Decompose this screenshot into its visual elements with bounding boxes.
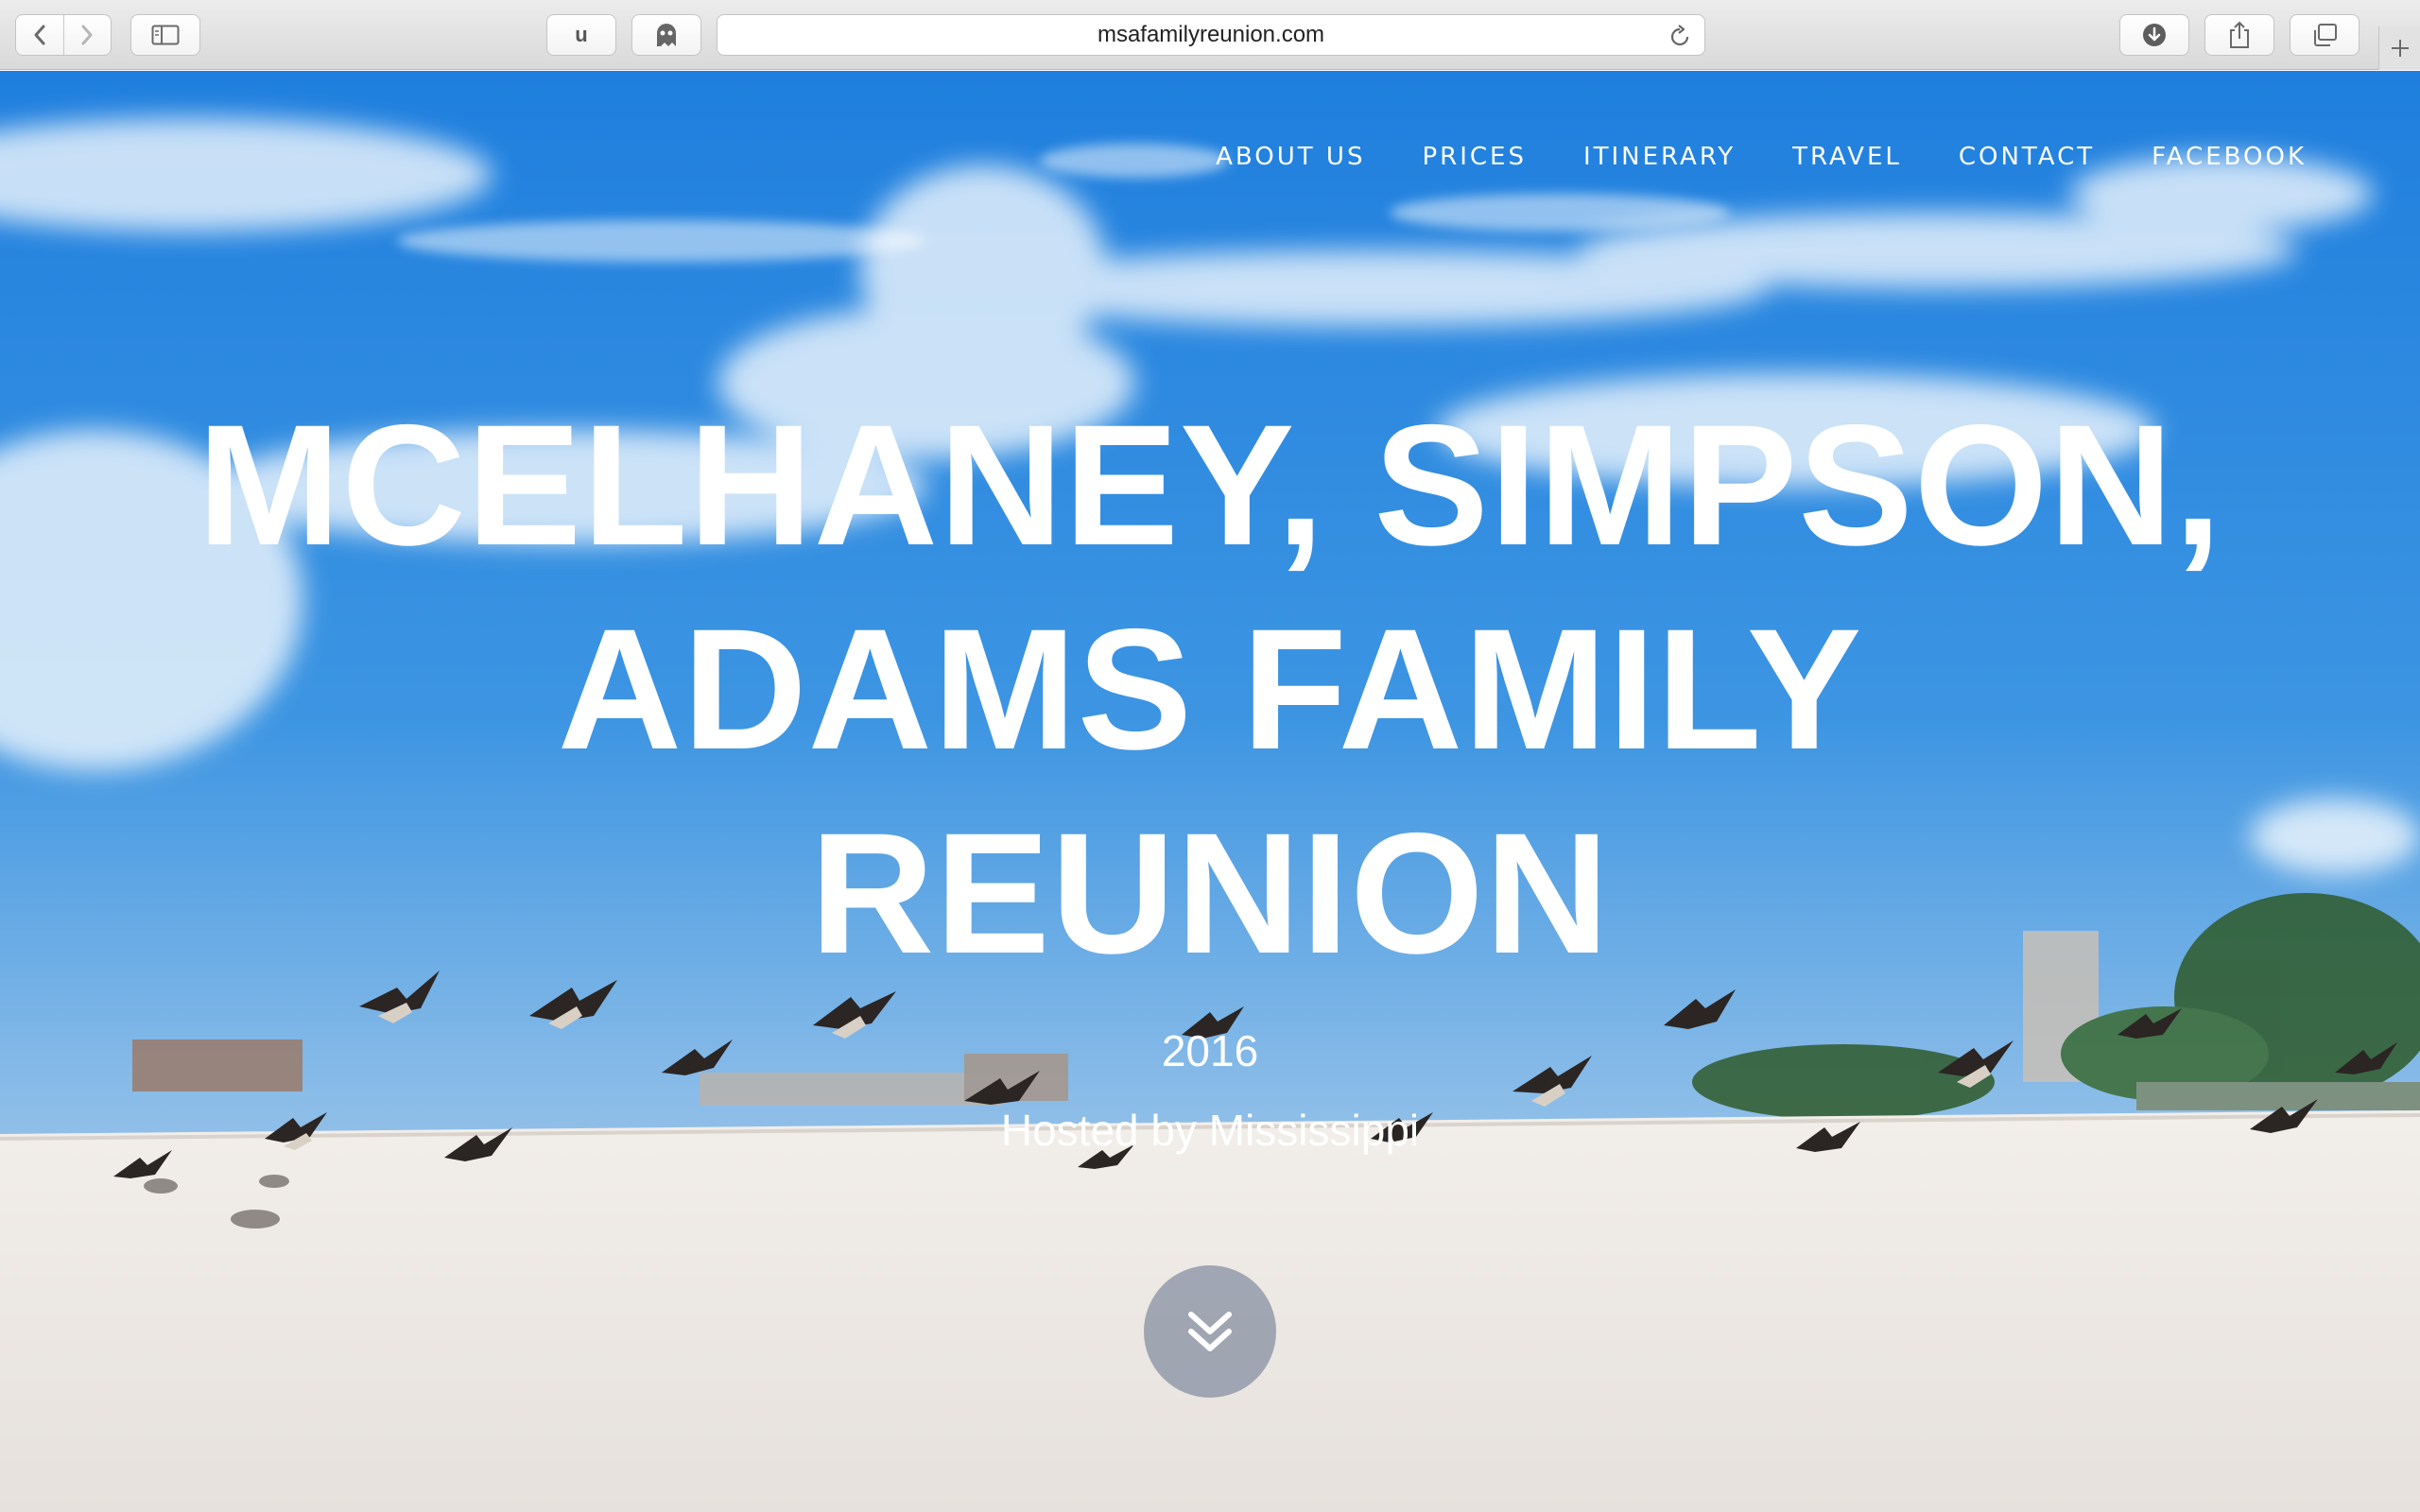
main-nav: ABOUT US PRICES ITINERARY TRAVEL CONTACT… (1216, 143, 2307, 171)
nav-travel[interactable]: TRAVEL (1792, 143, 1902, 171)
hero-title-line-3: REUNION (809, 797, 1611, 989)
reload-icon (1670, 25, 1689, 46)
nav-about-us[interactable]: ABOUT US (1216, 143, 1365, 171)
extension-u-button[interactable]: u (546, 14, 616, 56)
ghost-icon (657, 24, 676, 46)
nav-prices[interactable]: PRICES (1422, 143, 1527, 171)
back-icon (34, 25, 45, 45)
url-text: msafamilyreunion.com (1097, 22, 1325, 47)
nav-facebook[interactable]: FACEBOOK (2152, 143, 2307, 171)
double-chevron-down-icon (1188, 1312, 1232, 1351)
forward-button[interactable] (62, 15, 112, 55)
hero-title-line-2: ADAMS FAMILY (557, 593, 1863, 785)
download-icon (2143, 24, 2166, 46)
back-button[interactable] (16, 15, 63, 55)
downloads-button[interactable] (2119, 14, 2189, 56)
share-icon (2230, 22, 2249, 48)
scroll-down-button[interactable] (1144, 1265, 1276, 1398)
history-buttons (15, 14, 112, 56)
extension-ghost-button[interactable] (631, 14, 701, 56)
share-button[interactable] (2204, 14, 2274, 56)
hero-host: Hosted by Mississippi (1000, 1106, 1420, 1155)
tabs-icon (2314, 24, 2337, 46)
hero-year: 2016 (1161, 1026, 1259, 1075)
forward-icon (81, 25, 93, 45)
hero-title-line-1: MCELHANEY, SIMPSON, (197, 388, 2223, 581)
new-tab-button[interactable] (2378, 26, 2420, 70)
extension-u-label: u (575, 23, 588, 46)
address-bar[interactable]: msafamilyreunion.com (717, 14, 1705, 56)
nav-itinerary[interactable]: ITINERARY (1583, 143, 1736, 171)
reload-button[interactable] (1668, 24, 1691, 55)
hero-title: MCELHANEY, SIMPSON, ADAMS FAMILY REUNION (57, 383, 2363, 995)
new-tab-icon (2391, 40, 2409, 57)
sidebar-icon (151, 25, 180, 45)
web-page: ABOUT US PRICES ITINERARY TRAVEL CONTACT… (0, 71, 2420, 1512)
tab-overview-button[interactable] (2290, 14, 2360, 56)
sidebar-button[interactable] (130, 14, 200, 56)
nav-contact[interactable]: CONTACT (1959, 143, 2095, 171)
browser-toolbar: u msafamilyreunion.com (0, 0, 2420, 70)
